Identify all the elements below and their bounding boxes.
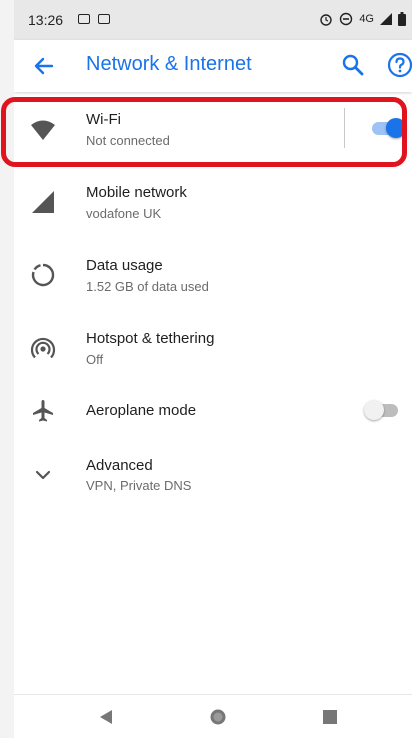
mobile-network-carrier: vodafone UK xyxy=(86,206,162,221)
search-icon[interactable] xyxy=(340,52,366,78)
chevron-down-icon xyxy=(35,470,51,480)
navigation-bar xyxy=(14,694,412,738)
advanced-label: Advanced xyxy=(86,457,153,474)
hotspot-status: Off xyxy=(86,352,104,367)
data-usage-row[interactable]: Data usage 1.52 GB of data used xyxy=(14,240,412,312)
wifi-label: Wi-Fi xyxy=(86,111,121,128)
data-usage-icon xyxy=(31,263,55,287)
advanced-summary: VPN, Private DNS xyxy=(86,478,192,493)
status-time: 13:26 xyxy=(28,12,64,28)
page-title: Network & Internet xyxy=(86,53,252,75)
wifi-divider xyxy=(344,108,345,148)
back-arrow-icon[interactable] xyxy=(30,52,58,80)
cell-signal-icon xyxy=(380,13,392,25)
status-bar: 13:26 4G xyxy=(14,0,412,40)
signal-icon xyxy=(32,191,54,213)
notification-icon xyxy=(78,14,90,24)
wifi-toggle-thumb xyxy=(386,118,406,138)
hotspot-row[interactable]: Hotspot & tethering Off xyxy=(14,313,412,385)
status-indicators: 4G xyxy=(319,12,406,26)
alarm-icon xyxy=(320,14,333,26)
notification-icon xyxy=(98,14,110,24)
nav-recents-icon[interactable] xyxy=(320,707,340,727)
help-icon[interactable] xyxy=(386,51,412,79)
aeroplane-mode-label: Aeroplane mode xyxy=(86,402,197,419)
hotspot-icon xyxy=(30,337,56,359)
wifi-row[interactable]: Wi-Fi Not connected xyxy=(14,94,412,166)
data-usage-amount: 1.52 GB of data used xyxy=(86,279,209,294)
phone-frame: 13:26 4G Network & Internet Wi-Fi Not co… xyxy=(0,0,412,738)
nav-home-icon[interactable] xyxy=(208,707,228,727)
mobile-network-label: Mobile network xyxy=(86,184,187,201)
aeroplane-mode-toggle[interactable] xyxy=(364,400,400,420)
screen: 13:26 4G Network & Internet Wi-Fi Not co… xyxy=(14,0,412,738)
airplane-icon xyxy=(33,400,53,422)
do-not-disturb-icon xyxy=(340,12,353,26)
network-type-label: 4G xyxy=(359,13,374,25)
mobile-network-row[interactable]: Mobile network vodafone UK xyxy=(14,167,412,239)
nav-back-icon[interactable] xyxy=(96,707,116,727)
wifi-status: Not connected xyxy=(86,133,170,148)
hotspot-label: Hotspot & tethering xyxy=(86,330,215,347)
wifi-icon xyxy=(31,120,55,140)
wifi-toggle[interactable] xyxy=(370,118,406,138)
app-bar: Network & Internet xyxy=(14,40,412,92)
advanced-row[interactable]: Advanced VPN, Private DNS xyxy=(14,440,412,512)
aeroplane-toggle-thumb xyxy=(364,400,384,420)
data-usage-label: Data usage xyxy=(86,257,163,274)
battery-icon xyxy=(398,12,406,26)
